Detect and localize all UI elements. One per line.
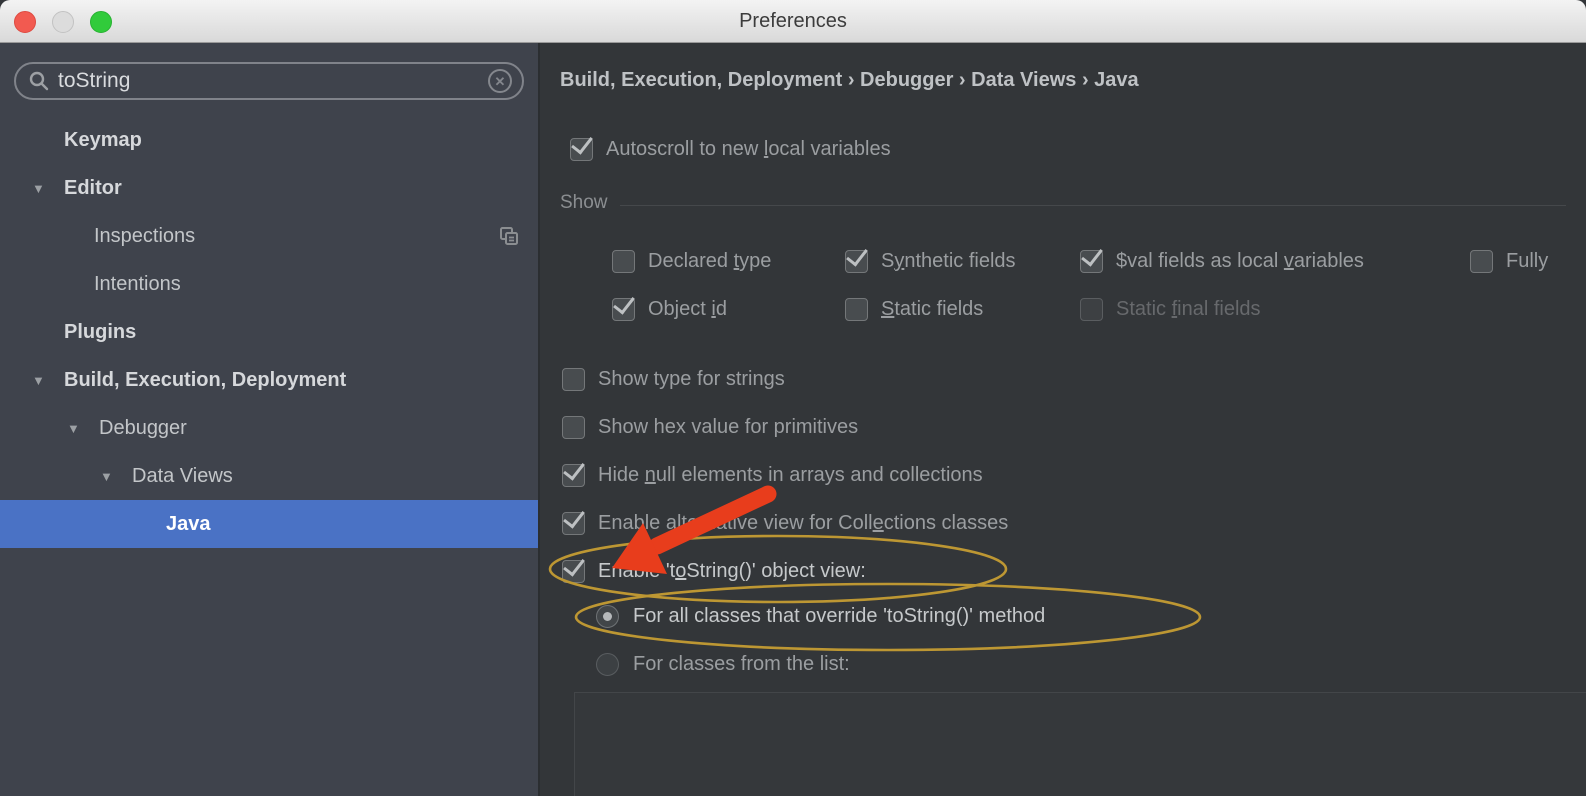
- option-static-final-fields: Static final fields: [1080, 298, 1470, 321]
- object-id-checkbox[interactable]: [612, 298, 635, 321]
- settings-content: Build, Execution, Deployment › Debugger …: [540, 43, 1586, 796]
- sidebar-item-intentions[interactable]: Intentions: [0, 260, 538, 308]
- section-divider: [620, 205, 1566, 206]
- option-object-id[interactable]: Object id: [612, 298, 845, 321]
- sidebar-item-inspections[interactable]: Inspections: [0, 212, 538, 260]
- sidebar-item-build-execution-deployment[interactable]: ▼ Build, Execution, Deployment: [0, 356, 538, 404]
- all-classes-radio[interactable]: [596, 605, 619, 628]
- enable-tostring-checkbox[interactable]: [562, 560, 585, 583]
- sidebar-item-java[interactable]: Java: [0, 500, 538, 548]
- option-val-fields[interactable]: $val fields as local variables: [1080, 250, 1470, 273]
- hide-null-checkbox[interactable]: [562, 464, 585, 487]
- synthetic-fields-checkbox[interactable]: [845, 250, 868, 273]
- declared-type-checkbox[interactable]: [612, 250, 635, 273]
- option-fully-qualified[interactable]: Fully: [1470, 250, 1548, 273]
- sidebar-item-keymap[interactable]: Keymap: [0, 116, 538, 164]
- option-show-type-strings[interactable]: Show type for strings: [562, 365, 785, 393]
- option-autoscroll[interactable]: Autoscroll to new local variables: [570, 135, 891, 163]
- sidebar-item-editor[interactable]: ▼ Editor: [0, 164, 538, 212]
- breadcrumb: Build, Execution, Deployment › Debugger …: [560, 69, 1139, 92]
- option-synthetic-fields[interactable]: Synthetic fields: [845, 250, 1080, 273]
- close-button[interactable]: [14, 11, 36, 33]
- chevron-down-icon[interactable]: ▼: [100, 469, 113, 484]
- zoom-button[interactable]: [90, 11, 112, 33]
- settings-search-box[interactable]: ✕: [14, 62, 524, 100]
- sidebar-item-data-views[interactable]: ▼ Data Views: [0, 452, 538, 500]
- traffic-lights: [14, 0, 112, 43]
- chevron-down-icon[interactable]: ▼: [67, 421, 80, 436]
- sidebar-item-debugger[interactable]: ▼ Debugger: [0, 404, 538, 452]
- chevron-down-icon[interactable]: ▼: [32, 373, 45, 388]
- option-classes-from-list[interactable]: For classes from the list:: [596, 650, 850, 678]
- enable-alternative-view-checkbox[interactable]: [562, 512, 585, 535]
- option-enable-alternative-view[interactable]: Enable alternative view for Collections …: [562, 509, 1008, 537]
- chevron-down-icon[interactable]: ▼: [32, 181, 45, 196]
- titlebar: Preferences: [0, 0, 1586, 43]
- option-hide-null[interactable]: Hide null elements in arrays and collect…: [562, 461, 983, 489]
- option-enable-tostring-view[interactable]: Enable 'toString()' object view:: [562, 557, 866, 585]
- show-options-row-2: Object id Static fields Static final fie…: [612, 298, 1470, 321]
- option-all-classes-override[interactable]: For all classes that override 'toString(…: [596, 602, 1045, 630]
- static-fields-checkbox[interactable]: [845, 298, 868, 321]
- show-type-strings-checkbox[interactable]: [562, 368, 585, 391]
- option-show-hex[interactable]: Show hex value for primitives: [562, 413, 858, 441]
- val-fields-checkbox[interactable]: [1080, 250, 1103, 273]
- show-hex-checkbox[interactable]: [562, 416, 585, 439]
- static-final-fields-checkbox: [1080, 298, 1103, 321]
- minimize-button[interactable]: [52, 11, 74, 33]
- clear-search-icon[interactable]: ✕: [488, 69, 512, 93]
- settings-tree: Keymap ▼ Editor Inspections Intentions: [0, 116, 538, 548]
- search-input[interactable]: [58, 69, 488, 93]
- classes-list[interactable]: [574, 692, 1586, 796]
- classes-from-list-radio[interactable]: [596, 653, 619, 676]
- option-static-fields[interactable]: Static fields: [845, 298, 1080, 321]
- window-title: Preferences: [739, 10, 847, 33]
- settings-sidebar: ✕ Keymap ▼ Editor Inspections: [0, 43, 540, 796]
- show-section-header: Show: [560, 192, 1566, 214]
- sidebar-item-plugins[interactable]: Plugins: [0, 308, 538, 356]
- show-options-row-1: Declared type Synthetic fields $val fiel…: [612, 250, 1548, 273]
- search-icon: [28, 70, 50, 92]
- fully-qualified-checkbox[interactable]: [1470, 250, 1493, 273]
- option-declared-type[interactable]: Declared type: [612, 250, 845, 273]
- copy-icon: [498, 225, 520, 247]
- autoscroll-checkbox[interactable]: [570, 138, 593, 161]
